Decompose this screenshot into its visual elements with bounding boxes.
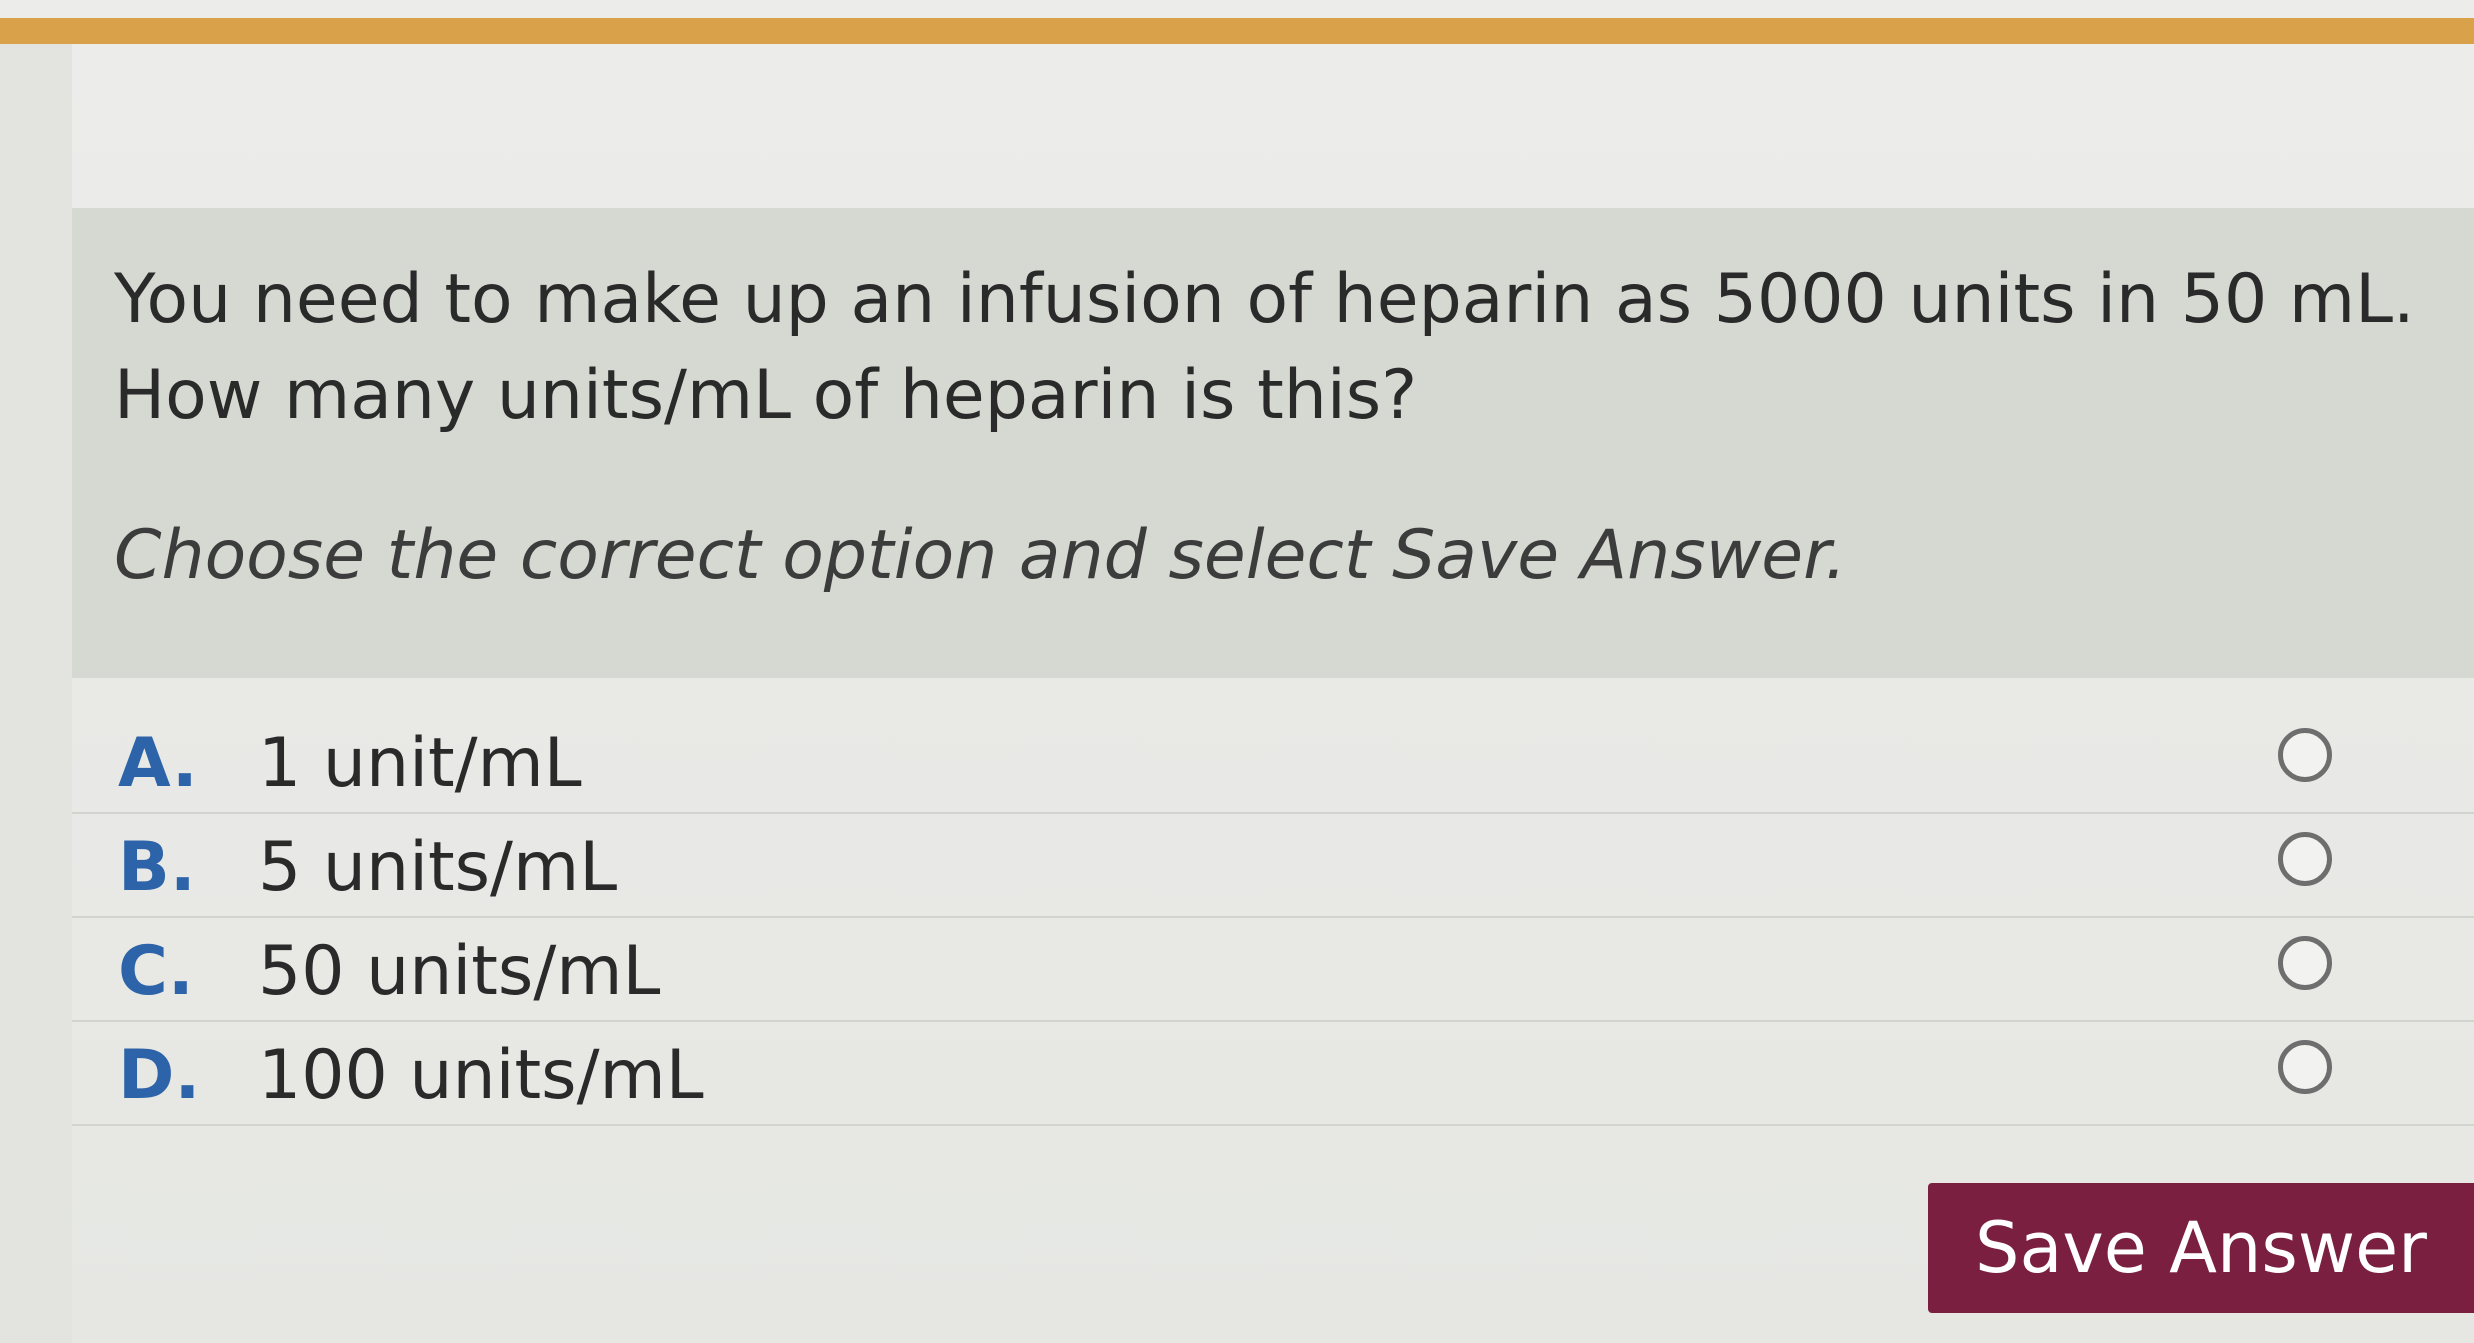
left-margin-strip <box>0 44 72 1343</box>
option-a[interactable]: A. 1 unit/mL <box>72 710 2474 814</box>
instruction-text: Choose the correct option and select Sav… <box>114 516 1847 595</box>
option-c[interactable]: C. 50 units/mL <box>72 918 2474 1022</box>
option-letter: D. <box>118 1036 201 1115</box>
option-d-radio[interactable] <box>2278 1040 2332 1094</box>
question-line-2: How many units/mL of heparin is this? <box>114 356 1418 435</box>
option-label: 100 units/mL <box>258 1036 704 1115</box>
header-accent-bar <box>0 18 2474 44</box>
question-line-1: You need to make up an infusion of hepar… <box>114 260 2415 339</box>
option-letter: B. <box>118 828 196 907</box>
quiz-page: You need to make up an infusion of hepar… <box>0 0 2474 1343</box>
option-label: 50 units/mL <box>258 932 661 1011</box>
save-answer-button[interactable]: Save Answer <box>1928 1183 2474 1313</box>
option-d[interactable]: D. 100 units/mL <box>72 1022 2474 1126</box>
option-letter: A. <box>118 724 198 803</box>
option-c-radio[interactable] <box>2278 936 2332 990</box>
option-a-radio[interactable] <box>2278 728 2332 782</box>
option-label: 1 unit/mL <box>258 724 582 803</box>
answer-options-list: A. 1 unit/mL B. 5 units/mL C. 50 units/m… <box>72 710 2474 1126</box>
question-text: You need to make up an infusion of hepar… <box>114 252 2454 444</box>
option-b-radio[interactable] <box>2278 832 2332 886</box>
option-letter: C. <box>118 932 194 1011</box>
option-label: 5 units/mL <box>258 828 618 907</box>
option-b[interactable]: B. 5 units/mL <box>72 814 2474 918</box>
